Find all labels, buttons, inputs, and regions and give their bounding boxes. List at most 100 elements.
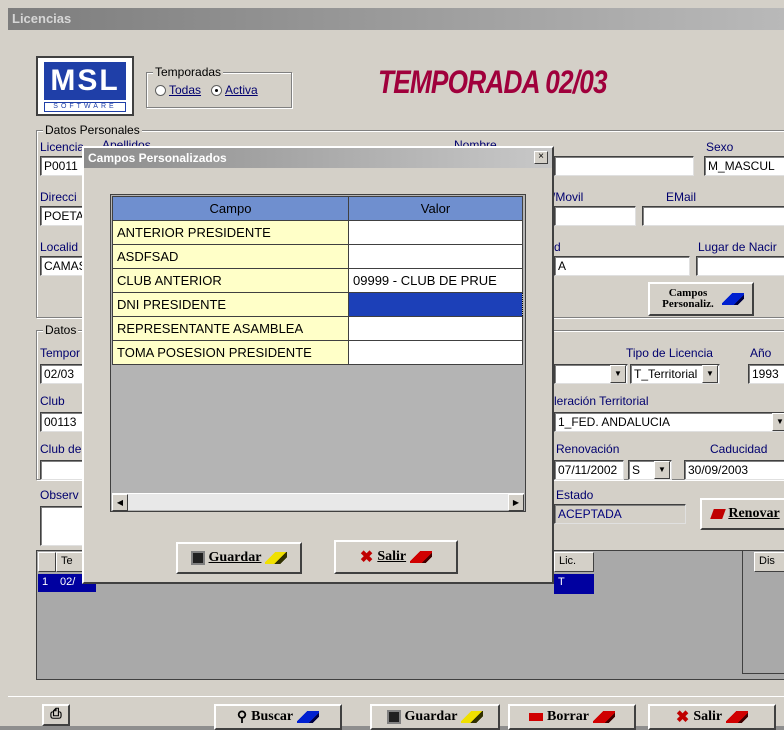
- table-row[interactable]: REPRESENTANTE ASAMBLEA: [112, 316, 523, 341]
- temporada-label: Tempor: [40, 346, 81, 360]
- movil-label: /Movil: [552, 190, 584, 204]
- datos-personales-legend: Datos Personales: [43, 123, 142, 137]
- temporadas-group: Temporadas Todas Activa: [146, 65, 292, 108]
- radio-activa[interactable]: Activa: [211, 83, 258, 97]
- renovacion-field[interactable]: 07/11/2002: [554, 460, 624, 480]
- search-icon: ⚲: [236, 709, 248, 725]
- datos-legend: Datos: [43, 323, 79, 337]
- slash-icon: [726, 711, 749, 723]
- caducidad-label: Caducidad: [710, 442, 768, 456]
- federacion-label: leración Territorial: [554, 394, 649, 408]
- grid-row-num[interactable]: 1: [38, 574, 56, 592]
- window-title: Licencias: [12, 11, 72, 26]
- licencias-window: Licencias MSL SOFTWARE Temporadas Todas …: [0, 0, 784, 730]
- valor-cell-selected[interactable]: [348, 292, 523, 317]
- chevron-down-icon[interactable]: ▼: [610, 365, 626, 383]
- nombre-field[interactable]: [554, 156, 694, 176]
- dialog-title: Campos Personalizados: [88, 151, 227, 165]
- slash-blue-icon: [722, 293, 744, 305]
- column-header-valor[interactable]: Valor: [348, 196, 523, 221]
- renovacion-label: Renovación: [556, 442, 620, 456]
- guardar-dialog-button[interactable]: Guardar: [176, 542, 302, 574]
- club-label: Club: [40, 394, 65, 408]
- sexo-label: Sexo: [706, 140, 734, 154]
- lugar-nac-field[interactable]: [696, 256, 784, 276]
- slash-icon: [265, 552, 288, 564]
- estado-label: Estado: [556, 488, 594, 502]
- provincia-label: d: [554, 240, 561, 254]
- table-row[interactable]: ASDFSAD: [112, 244, 523, 269]
- valor-cell[interactable]: [348, 244, 523, 269]
- chevron-down-icon[interactable]: ▼: [654, 461, 670, 479]
- grid-lic-value[interactable]: T: [554, 574, 594, 594]
- eraser-icon: [529, 713, 543, 721]
- grid-header-lic: Lic.: [554, 552, 594, 572]
- campo-cell: TOMA POSESION PRESIDENTE: [112, 340, 349, 365]
- federacion-combo[interactable]: 1_FED. ANDALUCIA: [554, 412, 784, 432]
- anio-field[interactable]: 1993: [748, 364, 784, 384]
- buscar-button[interactable]: ⚲ Buscar: [214, 704, 342, 730]
- provincia-field[interactable]: A: [554, 256, 690, 276]
- campo-cell: CLUB ANTERIOR: [112, 268, 349, 293]
- campos-grid[interactable]: Campo Valor ANTERIOR PRESIDENTE ASDFSAD …: [110, 194, 526, 512]
- table-row[interactable]: TOMA POSESION PRESIDENTE: [112, 340, 523, 365]
- horizontal-scrollbar[interactable]: ◀ ▶: [112, 493, 524, 511]
- valor-cell[interactable]: 09999 - CLUB DE PRUE: [348, 268, 523, 293]
- msl-logo: MSL SOFTWARE: [36, 56, 134, 116]
- lugar-nac-label: Lugar de Nacir: [698, 240, 777, 254]
- valor-cell[interactable]: [348, 340, 523, 365]
- grid-row-indicator: [38, 552, 56, 572]
- print-button[interactable]: ⎙: [42, 704, 70, 726]
- guardar-toolbar-button[interactable]: Guardar: [370, 704, 500, 730]
- campo-cell: DNI PRESIDENTE: [112, 292, 349, 317]
- scroll-right-icon[interactable]: ▶: [508, 494, 524, 511]
- scroll-left-icon[interactable]: ◀: [112, 494, 128, 511]
- campo-cell: REPRESENTANTE ASAMBLEA: [112, 316, 349, 341]
- campo-cell: ASDFSAD: [112, 244, 349, 269]
- chevron-down-icon[interactable]: ▼: [772, 413, 784, 431]
- campo-cell: ANTERIOR PRESIDENTE: [112, 220, 349, 245]
- close-icon: ✖: [675, 709, 690, 726]
- licencia-label: Licencia: [40, 140, 85, 154]
- direccion-label: Direcci: [40, 190, 77, 204]
- slash-icon: [410, 551, 433, 563]
- campos-personalizados-dialog: Campos Personalizados × Campo Valor ANTE…: [82, 146, 554, 584]
- dialog-close-button[interactable]: ×: [534, 151, 548, 164]
- table-row[interactable]: ANTERIOR PRESIDENTE: [112, 220, 523, 245]
- salir-toolbar-button[interactable]: ✖ Salir: [648, 704, 776, 730]
- valor-cell[interactable]: [348, 316, 523, 341]
- temporadas-legend: Temporadas: [153, 65, 224, 79]
- close-icon: ×: [538, 151, 544, 162]
- floppy-disk-icon: [386, 710, 401, 724]
- column-header-campo[interactable]: Campo: [112, 196, 349, 221]
- borrar-button[interactable]: Borrar: [508, 704, 636, 730]
- valor-cell[interactable]: [348, 220, 523, 245]
- movil-field[interactable]: [554, 206, 636, 226]
- table-row[interactable]: CLUB ANTERIOR 09999 - CLUB DE PRUE: [112, 268, 523, 293]
- chevron-down-icon[interactable]: ▼: [702, 365, 718, 383]
- table-row[interactable]: DNI PRESIDENTE: [112, 292, 523, 317]
- club-destino-label: Club de: [40, 442, 82, 456]
- salir-dialog-button[interactable]: ✖ Salir: [334, 540, 458, 574]
- slash-icon: [592, 711, 615, 723]
- dialog-title-bar: Campos Personalizados: [84, 148, 552, 168]
- sexo-field[interactable]: M_MASCUL: [704, 156, 784, 176]
- window-title-bar: Licencias: [8, 8, 784, 30]
- estado-field: ACEPTADA: [554, 504, 686, 524]
- tipo-licencia-label: Tipo de Licencia: [626, 346, 713, 360]
- slash-icon: [461, 711, 484, 723]
- caducidad-field[interactable]: 30/09/2003: [684, 460, 784, 480]
- campos-table: Campo Valor ANTERIOR PRESIDENTE ASDFSAD …: [112, 196, 523, 365]
- radio-todas[interactable]: Todas: [155, 83, 201, 97]
- season-heading: TEMPORADA 02/03: [378, 64, 608, 100]
- campos-personaliz-button[interactable]: Campos Personaliz.: [648, 282, 754, 316]
- grid-header-dis: Dis: [754, 552, 784, 572]
- localidad-label: Localid: [40, 240, 79, 254]
- slash-icon: [297, 711, 320, 723]
- floppy-disk-icon: [190, 551, 205, 565]
- eraser-icon: [710, 509, 727, 519]
- renovar-button[interactable]: Renovar: [700, 498, 784, 530]
- email-field[interactable]: [642, 206, 784, 226]
- observ-label: Observ: [40, 488, 79, 502]
- anio-label: Año: [750, 346, 772, 360]
